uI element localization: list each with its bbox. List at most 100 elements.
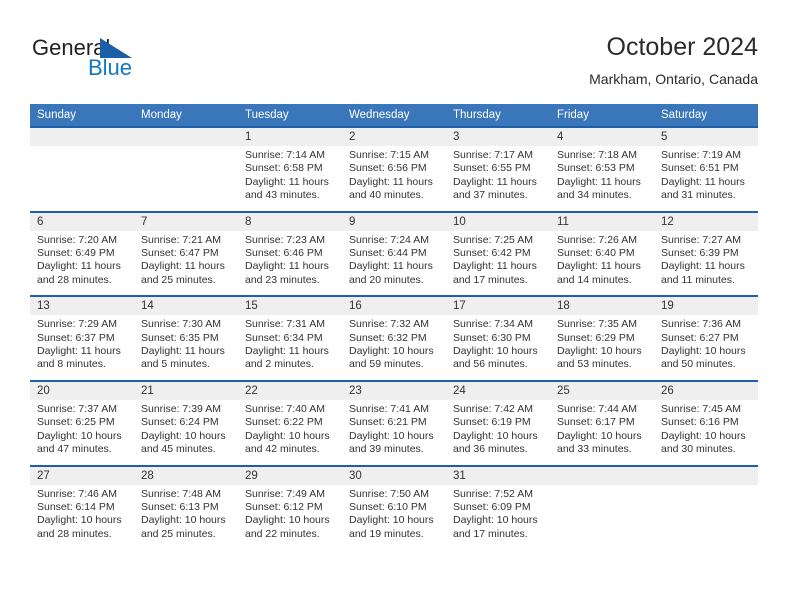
daylight-text-line2: and 39 minutes.	[349, 443, 424, 456]
sunset-text: Sunset: 6:22 PM	[245, 416, 323, 429]
daylight-text-line2: and 22 minutes.	[245, 527, 320, 540]
sunset-text: Sunset: 6:42 PM	[453, 247, 531, 260]
sunset-text: Sunset: 6:16 PM	[661, 416, 739, 429]
sunrise-text: Sunrise: 7:50 AM	[349, 487, 429, 500]
day-cell: Sunrise: 7:42 AM Sunset: 6:19 PM Dayligh…	[446, 399, 550, 465]
sunset-text: Sunset: 6:30 PM	[453, 331, 531, 344]
day-number: 13	[30, 297, 134, 316]
day-number: 19	[654, 297, 758, 316]
daylight-text-line2: and 56 minutes.	[453, 358, 528, 371]
daylight-text-line2: and 2 minutes.	[245, 358, 314, 371]
day-number	[550, 466, 654, 485]
day-cell: Sunrise: 7:15 AM Sunset: 6:56 PM Dayligh…	[342, 146, 446, 211]
sunrise-text: Sunrise: 7:37 AM	[37, 402, 117, 415]
sunrise-text: Sunrise: 7:36 AM	[661, 318, 741, 331]
sunset-text: Sunset: 6:17 PM	[557, 416, 635, 429]
day-number: 24	[446, 381, 550, 400]
sunset-text: Sunset: 6:34 PM	[245, 331, 323, 344]
day-cell: Sunrise: 7:18 AM Sunset: 6:53 PM Dayligh…	[550, 146, 654, 211]
daylight-text-line1: Daylight: 11 hours	[245, 345, 329, 358]
day-number	[654, 466, 758, 485]
daylight-text-line1: Daylight: 11 hours	[557, 260, 641, 273]
daylight-text-line2: and 20 minutes.	[349, 273, 424, 286]
day-number: 6	[30, 212, 134, 231]
sunrise-text: Sunrise: 7:44 AM	[557, 402, 637, 415]
daylight-text-line2: and 19 minutes.	[349, 527, 424, 540]
day-cell: Sunrise: 7:34 AM Sunset: 6:30 PM Dayligh…	[446, 315, 550, 380]
day-cell	[134, 146, 238, 211]
sunset-text: Sunset: 6:12 PM	[245, 500, 323, 513]
day-number: 20	[30, 381, 134, 400]
daylight-text-line1: Daylight: 10 hours	[349, 345, 434, 358]
sunrise-text: Sunrise: 7:31 AM	[245, 318, 325, 331]
day-cell: Sunrise: 7:29 AM Sunset: 6:37 PM Dayligh…	[30, 315, 134, 380]
daylight-text-line2: and 23 minutes.	[245, 273, 320, 286]
day-cell: Sunrise: 7:39 AM Sunset: 6:24 PM Dayligh…	[134, 399, 238, 465]
daylight-text-line2: and 53 minutes.	[557, 358, 632, 371]
sunset-text: Sunset: 6:46 PM	[245, 247, 323, 260]
sunrise-text: Sunrise: 7:42 AM	[453, 402, 533, 415]
day-number: 9	[342, 212, 446, 231]
daylight-text-line2: and 34 minutes.	[557, 189, 632, 202]
daylight-text-line1: Daylight: 10 hours	[453, 345, 538, 358]
daylight-text-line1: Daylight: 11 hours	[349, 260, 433, 273]
calendar-body: 1 2 3 4 5 Sunrise: 7:14 AM Sunset: 6:58 …	[30, 126, 758, 550]
daylight-text-line2: and 42 minutes.	[245, 443, 320, 456]
sunset-text: Sunset: 6:29 PM	[557, 331, 635, 344]
sunrise-text: Sunrise: 7:25 AM	[453, 233, 533, 246]
weekday-header-saturday: Saturday	[654, 104, 758, 126]
calendar-table: Sunday Monday Tuesday Wednesday Thursday…	[30, 104, 758, 550]
day-cell: Sunrise: 7:40 AM Sunset: 6:22 PM Dayligh…	[238, 399, 342, 465]
daylight-text-line2: and 28 minutes.	[37, 273, 112, 286]
daylight-text-line2: and 45 minutes.	[141, 443, 216, 456]
sunset-text: Sunset: 6:09 PM	[453, 500, 531, 513]
sunset-text: Sunset: 6:55 PM	[453, 162, 531, 175]
day-number: 10	[446, 212, 550, 231]
weekday-header-wednesday: Wednesday	[342, 104, 446, 126]
calendar-header-row: Sunday Monday Tuesday Wednesday Thursday…	[30, 104, 758, 126]
day-cell: Sunrise: 7:52 AM Sunset: 6:09 PM Dayligh…	[446, 484, 550, 550]
daylight-text-line1: Daylight: 10 hours	[37, 429, 122, 442]
sunrise-text: Sunrise: 7:20 AM	[37, 233, 117, 246]
day-cell: Sunrise: 7:24 AM Sunset: 6:44 PM Dayligh…	[342, 230, 446, 296]
sunrise-text: Sunrise: 7:30 AM	[141, 318, 221, 331]
day-number: 12	[654, 212, 758, 231]
day-cell: Sunrise: 7:19 AM Sunset: 6:51 PM Dayligh…	[654, 146, 758, 211]
sunset-text: Sunset: 6:21 PM	[349, 416, 427, 429]
day-cell: Sunrise: 7:46 AM Sunset: 6:14 PM Dayligh…	[30, 484, 134, 550]
daylight-text-line2: and 14 minutes.	[557, 273, 632, 286]
day-number: 26	[654, 381, 758, 400]
day-cell: Sunrise: 7:23 AM Sunset: 6:46 PM Dayligh…	[238, 230, 342, 296]
day-number: 18	[550, 297, 654, 316]
sunrise-text: Sunrise: 7:26 AM	[557, 233, 637, 246]
day-cell: Sunrise: 7:30 AM Sunset: 6:35 PM Dayligh…	[134, 315, 238, 380]
day-number: 15	[238, 297, 342, 316]
sunset-text: Sunset: 6:32 PM	[349, 331, 427, 344]
week-details-row: Sunrise: 7:37 AM Sunset: 6:25 PM Dayligh…	[30, 399, 758, 465]
day-number: 25	[550, 381, 654, 400]
week-daynumbers-row: 27 28 29 30 31	[30, 466, 758, 485]
day-cell: Sunrise: 7:25 AM Sunset: 6:42 PM Dayligh…	[446, 230, 550, 296]
daylight-text-line1: Daylight: 10 hours	[661, 345, 746, 358]
daylight-text-line1: Daylight: 11 hours	[453, 175, 537, 188]
daylight-text-line1: Daylight: 10 hours	[557, 429, 642, 442]
week-daynumbers-row: 1 2 3 4 5	[30, 128, 758, 146]
sunset-text: Sunset: 6:10 PM	[349, 500, 427, 513]
sunrise-text: Sunrise: 7:24 AM	[349, 233, 429, 246]
day-number: 22	[238, 381, 342, 400]
sunrise-text: Sunrise: 7:52 AM	[453, 487, 533, 500]
day-number: 5	[654, 128, 758, 146]
day-number: 7	[134, 212, 238, 231]
daylight-text-line1: Daylight: 10 hours	[349, 514, 434, 527]
page-title: October 2024	[606, 33, 759, 61]
day-cell: Sunrise: 7:17 AM Sunset: 6:55 PM Dayligh…	[446, 146, 550, 211]
weekday-header-thursday: Thursday	[446, 104, 550, 126]
sunrise-text: Sunrise: 7:48 AM	[141, 487, 221, 500]
sunset-text: Sunset: 6:53 PM	[557, 162, 635, 175]
daylight-text-line2: and 40 minutes.	[349, 189, 424, 202]
sunset-text: Sunset: 6:51 PM	[661, 162, 739, 175]
daylight-text-line1: Daylight: 10 hours	[245, 514, 330, 527]
day-number: 17	[446, 297, 550, 316]
sunrise-text: Sunrise: 7:39 AM	[141, 402, 221, 415]
day-cell: Sunrise: 7:26 AM Sunset: 6:40 PM Dayligh…	[550, 230, 654, 296]
